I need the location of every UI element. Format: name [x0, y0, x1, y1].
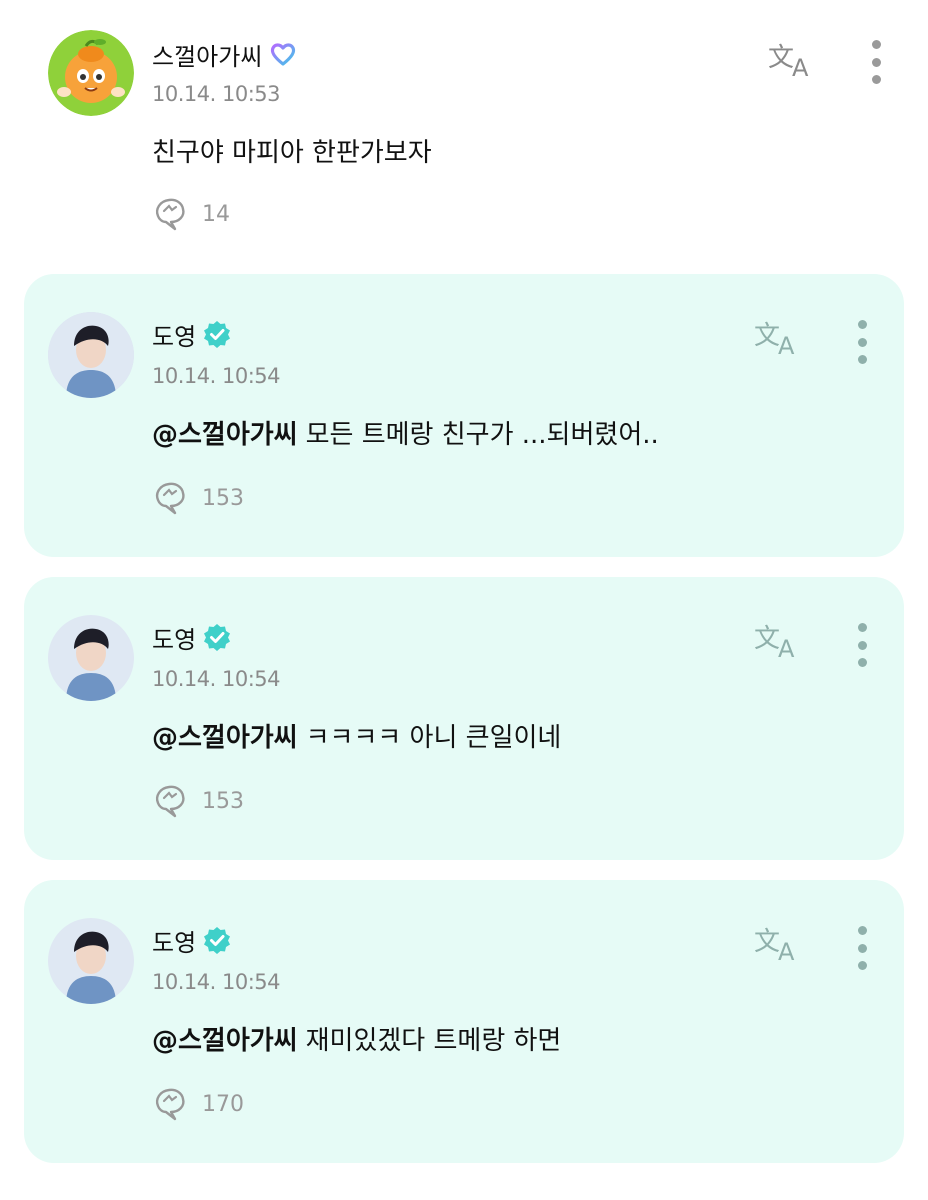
more-options-button[interactable]: [864, 40, 888, 84]
author-row: 도영: [152, 923, 232, 958]
reply-count: 14: [202, 201, 230, 227]
author-row: 도영: [152, 620, 232, 655]
timestamp: 10.14. 10:53: [152, 82, 281, 106]
post-body: 재미있겠다 트메랑 하면: [305, 1026, 562, 1056]
more-options-button[interactable]: [850, 320, 874, 364]
more-dot: [871, 57, 881, 67]
svg-text:文: 文: [754, 321, 780, 351]
author-name[interactable]: 스껄아가씨: [152, 37, 262, 72]
reply-bubble-icon: [155, 785, 185, 818]
svg-text:文: 文: [754, 927, 780, 957]
avatar[interactable]: [48, 30, 134, 116]
reply-count: 153: [202, 788, 244, 814]
verified-check-icon: [204, 321, 231, 348]
artist-photo-avatar-icon: [48, 312, 134, 398]
author-name[interactable]: 도영: [152, 620, 196, 655]
svg-text:A: A: [778, 332, 795, 360]
svg-text:A: A: [792, 54, 809, 82]
reply-button[interactable]: 153: [152, 480, 244, 516]
more-dot: [857, 961, 867, 970]
post-text: 친구야 마피아 한판가보자: [152, 132, 432, 169]
reply-count: 170: [202, 1091, 244, 1117]
more-dot: [871, 75, 881, 84]
translate-icon[interactable]: 文 A: [752, 619, 804, 663]
svg-text:A: A: [778, 938, 795, 966]
timestamp: 10.14. 10:54: [152, 667, 281, 691]
svg-text:文: 文: [754, 624, 780, 654]
more-dot: [857, 623, 867, 632]
translate-icon[interactable]: 文 A: [766, 38, 818, 82]
more-dot: [871, 40, 881, 49]
mention[interactable]: @스껄아가씨: [152, 1026, 298, 1056]
post-text: @스껄아가씨 ㅋㅋㅋㅋ 아니 큰일이네: [152, 717, 561, 754]
author-name[interactable]: 도영: [152, 923, 196, 958]
more-dot: [857, 337, 867, 347]
mention[interactable]: @스껄아가씨: [152, 420, 298, 450]
author-name[interactable]: 도영: [152, 317, 196, 352]
more-dot: [857, 640, 867, 650]
more-options-button[interactable]: [850, 623, 874, 667]
timestamp: 10.14. 10:54: [152, 364, 281, 388]
svg-text:A: A: [778, 635, 795, 663]
more-dot: [857, 926, 867, 935]
more-dot: [857, 320, 867, 329]
avatar[interactable]: [48, 312, 134, 398]
translate-icon[interactable]: 文 A: [752, 922, 804, 966]
mention[interactable]: @스껄아가씨: [152, 723, 298, 753]
svg-text:文: 文: [768, 43, 794, 73]
avatar[interactable]: [48, 918, 134, 1004]
translate-icon[interactable]: 文 A: [752, 316, 804, 360]
reply-button[interactable]: 170: [152, 1086, 244, 1122]
tangerine-character-avatar-icon: [48, 30, 134, 116]
more-options-button[interactable]: [850, 926, 874, 970]
timestamp: 10.14. 10:54: [152, 970, 281, 994]
fan-post: 스껄아가씨 10.14. 10:53 친구야 마피아 한판가보자 14 文 A: [24, 0, 904, 262]
more-dot: [857, 943, 867, 953]
post-body: 모든 트메랑 친구가 ...되버렸어..: [305, 420, 659, 450]
artist-post: 도영 10.14. 10:54 @스껄아가씨 모든 트메랑 친구가 ...되버렸어…: [24, 274, 904, 557]
artist-photo-avatar-icon: [48, 918, 134, 1004]
reply-count: 153: [202, 485, 244, 511]
artist-photo-avatar-icon: [48, 615, 134, 701]
artist-post: 도영 10.14. 10:54 @스껄아가씨 ㅋㅋㅋㅋ 아니 큰일이네 153 文…: [24, 577, 904, 860]
verified-check-icon: [204, 927, 231, 954]
avatar[interactable]: [48, 615, 134, 701]
reply-button[interactable]: 153: [152, 783, 244, 819]
post-body: 친구야 마피아 한판가보자: [152, 138, 432, 168]
membership-heart-icon: [271, 43, 296, 66]
reply-bubble-icon: [155, 1088, 185, 1121]
reply-bubble-icon: [155, 198, 185, 231]
verified-check-icon: [204, 624, 231, 651]
more-dot: [857, 658, 867, 667]
post-text: @스껄아가씨 모든 트메랑 친구가 ...되버렸어..: [152, 414, 659, 451]
more-dot: [857, 355, 867, 364]
reply-bubble-icon: [155, 482, 185, 515]
author-row: 도영: [152, 317, 232, 352]
post-text: @스껄아가씨 재미있겠다 트메랑 하면: [152, 1020, 561, 1057]
artist-post: 도영 10.14. 10:54 @스껄아가씨 재미있겠다 트메랑 하면 170 文…: [24, 880, 904, 1163]
author-row: 스껄아가씨: [152, 37, 298, 72]
post-body: ㅋㅋㅋㅋ 아니 큰일이네: [305, 723, 562, 753]
reply-button[interactable]: 14: [152, 196, 230, 232]
